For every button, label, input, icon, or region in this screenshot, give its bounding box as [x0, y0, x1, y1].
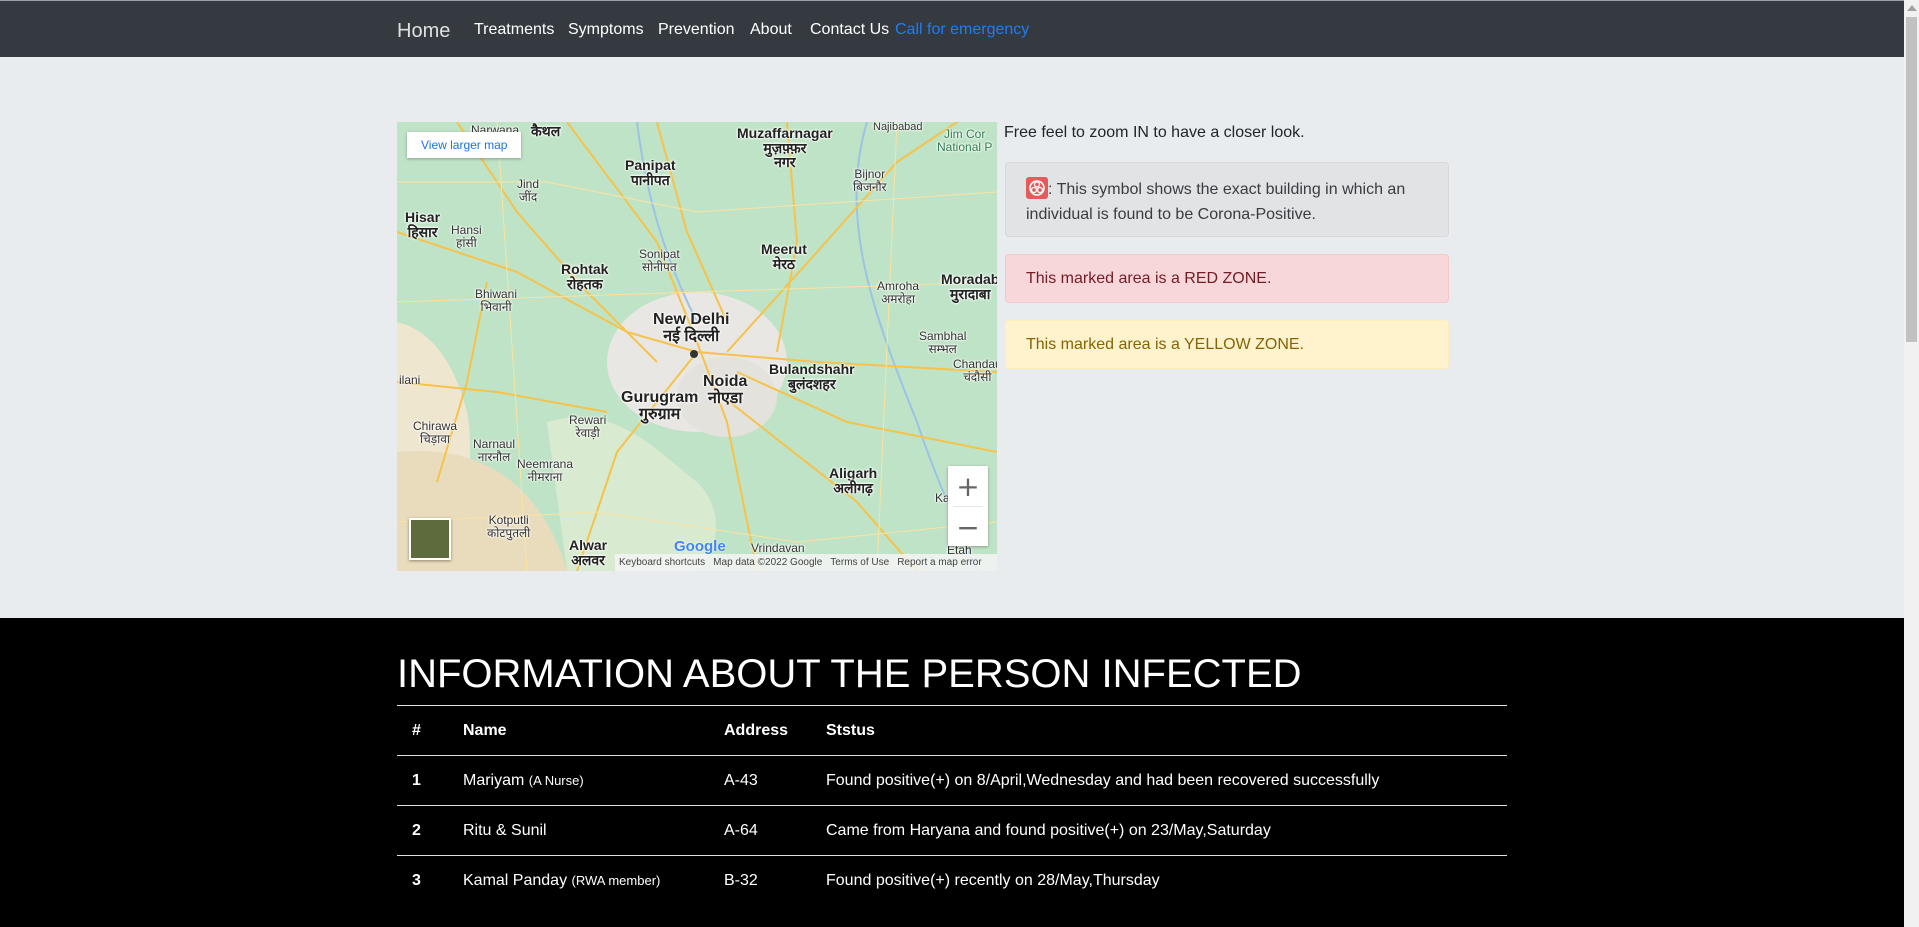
map-label-panipat: Panipat पानीपत: [625, 157, 676, 188]
row-number: 1: [397, 755, 448, 806]
map-label-jind: Jind जींद: [517, 177, 540, 204]
map-label-chirawa: Chirawa चिड़ावा: [413, 419, 458, 446]
row-status: Found positive(+) recently on 28/May,Thu…: [811, 855, 1507, 905]
nav-link-contact-us[interactable]: Contact Us: [810, 21, 889, 39]
header-address: Address: [709, 705, 811, 756]
person-name: Kamal Panday: [463, 871, 568, 889]
infected-table: # Name Address Ststus 1 Mariyam (A Nurse…: [397, 705, 1507, 905]
biohazard-icon: [1026, 177, 1048, 199]
table-row: 1 Mariyam (A Nurse) A-43 Found positive(…: [397, 755, 1507, 806]
row-status: Came from Haryana and found positive(+) …: [811, 805, 1507, 856]
section-title: INFORMATION ABOUT THE PERSON INFECTED: [397, 652, 1302, 696]
nav-link-symptoms[interactable]: Symptoms: [568, 21, 644, 39]
header-number: #: [397, 705, 448, 756]
symbol-legend-text: : This symbol shows the exact building i…: [1026, 181, 1406, 223]
map-label-kotputli: Kotputli कोटपुतली: [487, 513, 531, 540]
nav-link-emergency[interactable]: Call for emergency: [895, 21, 1029, 39]
red-zone-alert: This marked area is a RED ZONE.: [1005, 254, 1449, 303]
map-label-vrindavan: Vrindavan: [751, 541, 805, 555]
map-label-bijnor: Bijnor बिजनौर: [853, 167, 887, 194]
map-data-credit: Map data ©2022 Google: [713, 557, 823, 568]
row-number: 2: [397, 805, 448, 856]
map-label-ilani: ilani: [399, 373, 421, 387]
terms-of-use-link[interactable]: Terms of Use: [830, 557, 889, 568]
map-label-meerut: Meerut मेरठ: [761, 241, 807, 272]
map-label-sonipat: Sonipat सोनीपत: [639, 247, 680, 274]
map-label-hisar: Hisar हिसार: [405, 209, 441, 240]
map-label-neemrana: Neemrana नीमराना: [517, 457, 574, 484]
navbar: Home Treatments Symptoms Prevention Abou…: [0, 1, 1904, 57]
row-status: Found positive(+) on 8/April,Wednesday a…: [811, 755, 1507, 806]
report-map-error-link[interactable]: Report a map error: [897, 557, 981, 568]
zoom-in-button[interactable]: +: [948, 466, 988, 506]
symbol-legend-alert: : This symbol shows the exact building i…: [1005, 162, 1449, 237]
map-label-narnaul: Narnaul नारनौल: [473, 437, 516, 464]
map-label-noida: Noida नोएडा: [703, 373, 748, 407]
nav-brand-home[interactable]: Home: [397, 20, 450, 43]
map-attribution-bar: Keyboard shortcuts Map data ©2022 Google…: [615, 554, 997, 571]
map-label-rewari: Rewari रेवाड़ी: [569, 413, 607, 440]
table-header-row: # Name Address Ststus: [397, 705, 1507, 756]
row-address: A-64: [709, 805, 811, 856]
map-zoom-control: + −: [948, 466, 988, 546]
map-label-alwar: Alwar अलवर: [569, 537, 608, 568]
google-logo: Google: [674, 538, 726, 555]
scrollbar-thumb[interactable]: [1906, 17, 1917, 342]
map-label-moradabad: Moradab मुरादाबा: [941, 271, 997, 302]
person-name: Mariyam: [463, 771, 525, 789]
map-label-chandausi: Chandau चंदौसी: [953, 357, 997, 384]
nav-link-prevention[interactable]: Prevention: [658, 21, 735, 39]
scroll-up-arrow-icon[interactable]: [1907, 5, 1917, 11]
row-name: Kamal Panday (RWA member): [448, 855, 709, 905]
table-row: 2 Ritu & Sunil A-64 Came from Haryana an…: [397, 805, 1507, 856]
map-label-gurugram: Gurugram गुरुग्राम: [621, 389, 699, 423]
row-name: Mariyam (A Nurse): [448, 755, 709, 806]
zoom-note: Free feel to zoom IN to have a closer lo…: [1004, 124, 1305, 141]
map-label-kaithal: कैथल: [531, 123, 561, 139]
map-label-najibabad: Najibabad: [873, 122, 923, 133]
map-label-rohtak: Rohtak रोहतक: [561, 261, 609, 292]
map-label-aligarh: Aligarh अलीगढ़: [829, 465, 878, 496]
satellite-toggle-button[interactable]: [409, 518, 451, 560]
map-label-muzaffarnagar: Muzaffarnagar मुज़फ़्फ़र नगर: [737, 125, 833, 171]
yellow-zone-alert: This marked area is a YELLOW ZONE.: [1005, 320, 1449, 369]
map-label-jim-corbett: Jim Cor National P: [937, 127, 993, 154]
row-name: Ritu & Sunil: [448, 805, 709, 856]
person-note: (RWA member): [571, 872, 661, 888]
nav-link-about[interactable]: About: [750, 21, 792, 39]
nav-link-treatments[interactable]: Treatments: [474, 21, 554, 39]
header-status: Ststus: [811, 705, 1507, 756]
map-label-new-delhi: New Delhi नई दिल्ली: [653, 311, 730, 345]
person-name: Ritu & Sunil: [463, 821, 547, 839]
map-label-sambhal: Sambhal सम्भल: [919, 329, 967, 356]
embedded-map[interactable]: Narwana कैथल Muzaffarnagar मुज़फ़्फ़र नग…: [397, 122, 997, 571]
table-row: 3 Kamal Panday (RWA member) B-32 Found p…: [397, 855, 1507, 905]
header-name: Name: [448, 705, 709, 756]
person-note: (A Nurse): [528, 772, 584, 788]
map-label-amroha: Amroha अमरोहा: [877, 279, 920, 306]
keyboard-shortcuts-link[interactable]: Keyboard shortcuts: [619, 557, 705, 568]
view-larger-map-button[interactable]: View larger map: [407, 132, 522, 158]
row-address: B-32: [709, 855, 811, 905]
map-label-bulandshahr: Bulandshahr बुलंदशहर: [769, 361, 855, 392]
row-number: 3: [397, 855, 448, 905]
map-label-hansi: Hansi हांसी: [451, 223, 482, 250]
map-label-bhiwani: Bhiwani भिवानी: [475, 287, 518, 314]
map-terrain: [397, 122, 997, 571]
row-address: A-43: [709, 755, 811, 806]
zoom-out-button[interactable]: −: [948, 507, 988, 547]
